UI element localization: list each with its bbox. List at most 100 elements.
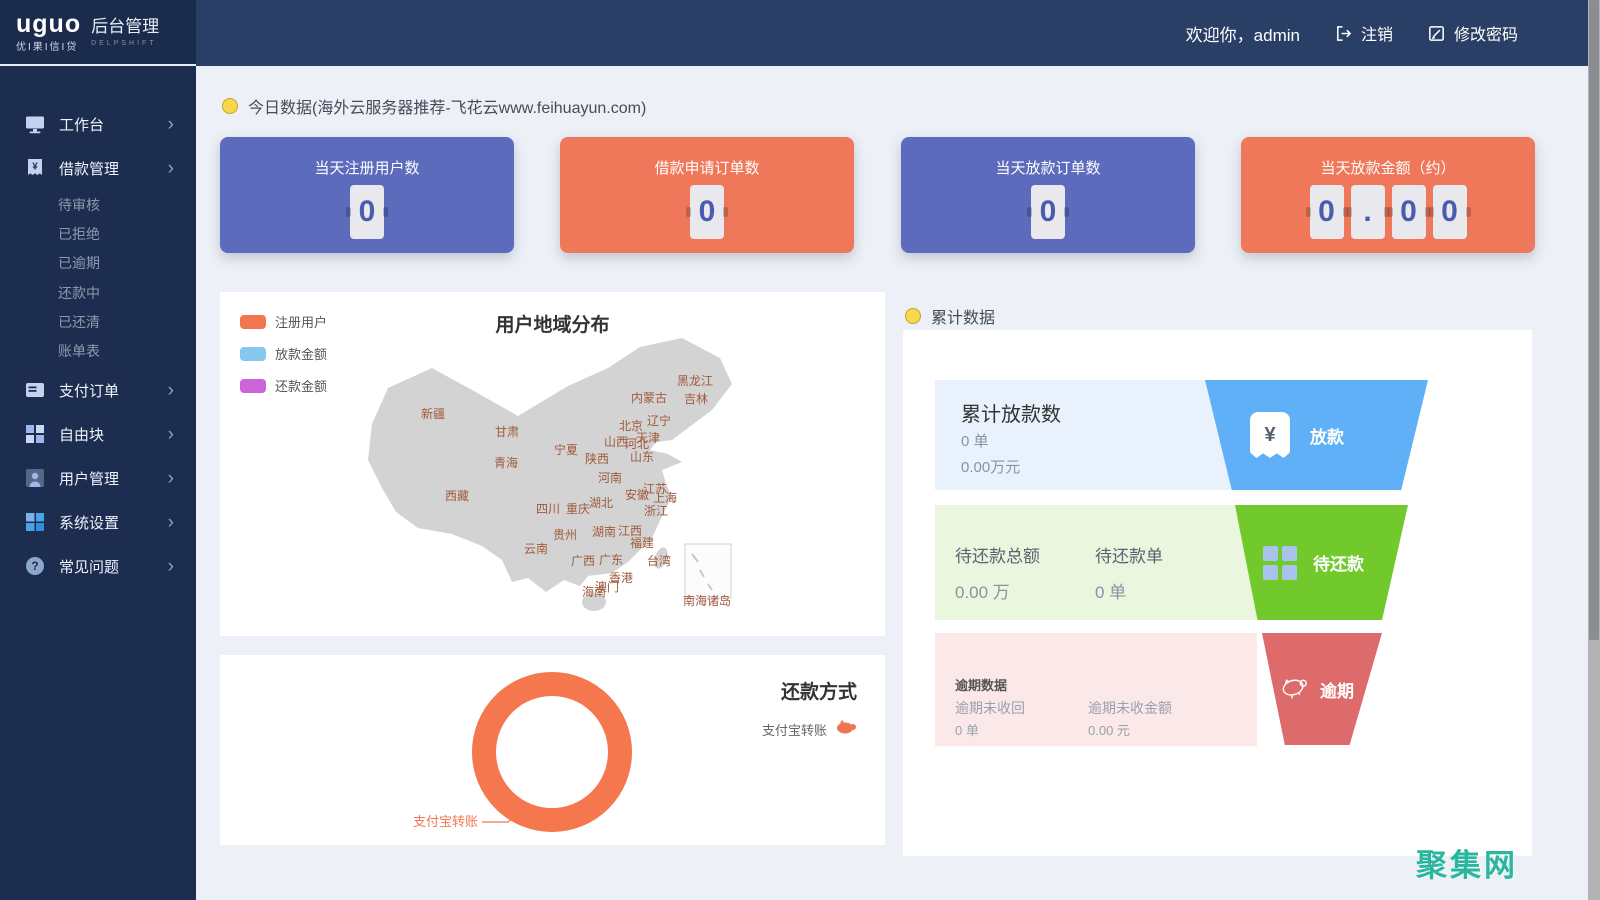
province-label: 福建 <box>630 535 654 550</box>
south-china-sea-inset <box>685 544 731 598</box>
sidebar-item-payment-orders[interactable]: 支付订单 › <box>0 372 196 408</box>
sidebar-item-faq[interactable]: ? 常见问题 › <box>0 548 196 584</box>
funnel-label: 逾期 <box>1320 677 1354 702</box>
admin-dashboard: uguo 优I果I信I贷 后台管理 DELPSHIFT 工作台 › ¥ 借款管理… <box>0 0 1600 900</box>
region-map-panel: 用户地域分布 注册用户 放款金额 还款金额 <box>220 292 885 636</box>
pending-total-label: 待还款总额 <box>955 542 1040 567</box>
sidebar-subitem-bill-table[interactable]: 账单表 <box>58 337 100 365</box>
province-label: 辽宁 <box>647 413 671 428</box>
sidebar-item-workbench[interactable]: 工作台 › <box>0 106 196 142</box>
coin-icon <box>222 98 238 114</box>
stat-card-registered-users: 当天注册用户数 0 <box>220 137 514 253</box>
sidebar-subitem-rejected[interactable]: 已拒绝 <box>58 220 100 248</box>
chevron-right-icon: › <box>168 557 174 576</box>
chevron-right-icon: › <box>168 513 174 532</box>
province-label: 海南 <box>582 584 606 599</box>
sidebar-subitem-overdue[interactable]: 已逾期 <box>58 249 100 277</box>
province-label: 台湾 <box>647 553 671 568</box>
province-label: 上海 <box>653 490 677 505</box>
overdue-heading: 逾期数据 <box>955 675 1007 694</box>
pig-icon <box>1278 674 1312 705</box>
watermark: 聚集网 <box>1416 840 1518 885</box>
sidebar-subitem-pending-review[interactable]: 待审核 <box>58 191 100 219</box>
flip-counter: 0 <box>220 185 514 239</box>
funnel-label: 放款 <box>1310 423 1344 448</box>
monitor-icon <box>24 113 46 135</box>
province-label: 贵州 <box>553 528 577 542</box>
edit-icon <box>1427 24 1446 43</box>
svg-text:¥: ¥ <box>32 162 38 173</box>
today-section-title: 今日数据(海外云服务器推荐-飞花云www.feihuayun.com) <box>248 94 646 118</box>
app-subtitle: DELPSHIFT <box>91 40 159 47</box>
receipt-yen-icon: ¥ <box>24 157 46 179</box>
today-section-header: 今日数据(海外云服务器推荐-飞花云www.feihuayun.com) <box>222 94 646 118</box>
grid-icon <box>1263 546 1297 580</box>
pending-orders-label: 待还款单 <box>1095 542 1163 567</box>
logo-word: uguo <box>16 12 81 36</box>
province-label: 吉林 <box>684 392 708 406</box>
stat-card-title: 当天放款订单数 <box>901 157 1195 178</box>
main-content: 今日数据(海外云服务器推荐-飞花云www.feihuayun.com) 当天注册… <box>196 66 1588 900</box>
province-label: 安徽 <box>625 487 649 502</box>
app-title-block: 后台管理 DELPSHIFT <box>91 18 159 47</box>
user-icon <box>24 467 46 489</box>
stat-card-loan-amount: 当天放款金额（约） 0 . 0 0 <box>1241 137 1535 253</box>
sidebar-item-label: 系统设置 <box>59 512 168 533</box>
flip-counter: 0 . 0 0 <box>1241 185 1535 239</box>
donut-ring[interactable] <box>484 684 620 820</box>
counter-digit: 0 <box>350 185 384 239</box>
cumulative-section-header: 累计数据 <box>905 304 995 328</box>
cumulative-loans-orders: 0 单 <box>961 430 989 451</box>
sidebar-subitem-repaying[interactable]: 还款中 <box>58 279 100 307</box>
province-label: 广东 <box>599 553 623 567</box>
province-label: 广西 <box>571 554 595 568</box>
scrollbar-thumb[interactable] <box>1589 0 1599 640</box>
overdue-count-label: 逾期未收回 <box>955 698 1025 718</box>
receipt-yen-icon: ¥ <box>1250 412 1290 458</box>
change-password-button[interactable]: 修改密码 <box>1427 21 1518 45</box>
logo: uguo 优I果I信I贷 后台管理 DELPSHIFT <box>0 0 212 66</box>
sidebar-subitem-paid-off[interactable]: 已还清 <box>58 308 100 336</box>
stat-card-title: 当天注册用户数 <box>220 157 514 178</box>
welcome-text: 欢迎你，admin <box>1186 21 1300 46</box>
counter-digit: 0 <box>1310 185 1344 239</box>
sidebar-item-label: 用户管理 <box>59 468 168 489</box>
sidebar-item-user-management[interactable]: 用户管理 › <box>0 460 196 496</box>
card-icon <box>24 379 46 401</box>
stat-card-title: 当天放款金额（约） <box>1241 157 1535 178</box>
chevron-right-icon: › <box>168 381 174 400</box>
logout-button[interactable]: 注销 <box>1334 21 1393 45</box>
sidebar-item-system-settings[interactable]: 系统设置 › <box>0 504 196 540</box>
sidebar-item-loan-management[interactable]: ¥ 借款管理 › <box>0 150 196 186</box>
province-label: 新疆 <box>421 406 445 421</box>
province-label: 云南 <box>524 541 548 556</box>
stat-card-loans-issued: 当天放款订单数 0 <box>901 137 1195 253</box>
province-label: 陕西 <box>585 451 609 466</box>
province-label: 山西 <box>604 435 628 449</box>
china-map[interactable]: 新疆甘肃青海西藏黑龙江内蒙古吉林辽宁北京天津河北山西宁夏陕西山东河南江苏安徽上海… <box>220 292 885 636</box>
sidebar-item-label: 借款管理 <box>59 158 168 179</box>
flip-counter: 0 <box>560 185 854 239</box>
province-label: 南海诸岛 <box>683 593 731 608</box>
province-label: 山东 <box>630 450 654 464</box>
overdue-amount-value: 0.00 元 <box>1088 720 1130 739</box>
sidebar-item-label: 工作台 <box>59 114 168 135</box>
subitem-label: 已还清 <box>58 312 100 332</box>
subitem-label: 还款中 <box>58 283 100 303</box>
province-label: 黑龙江 <box>677 374 713 388</box>
subitem-label: 待审核 <box>58 195 100 215</box>
province-label: 四川 <box>536 502 560 516</box>
cumulative-loans-title: 累计放款数 <box>961 398 1061 427</box>
province-label: 重庆 <box>566 502 590 516</box>
blocks-icon <box>24 423 46 445</box>
question-icon: ? <box>24 555 46 577</box>
cumulative-loans-amount: 0.00万元 <box>961 456 1020 477</box>
subitem-label: 账单表 <box>58 341 100 361</box>
overdue-amount-label: 逾期未收金额 <box>1088 698 1172 718</box>
repayment-donut-chart[interactable]: 支付宝转账 <box>220 655 885 845</box>
sidebar-item-label: 自由块 <box>59 424 168 445</box>
sidebar-item-free-blocks[interactable]: 自由块 › <box>0 416 196 452</box>
chevron-right-icon: › <box>168 469 174 488</box>
scrollbar[interactable] <box>1588 0 1600 900</box>
cumulative-section-title: 累计数据 <box>931 304 995 328</box>
